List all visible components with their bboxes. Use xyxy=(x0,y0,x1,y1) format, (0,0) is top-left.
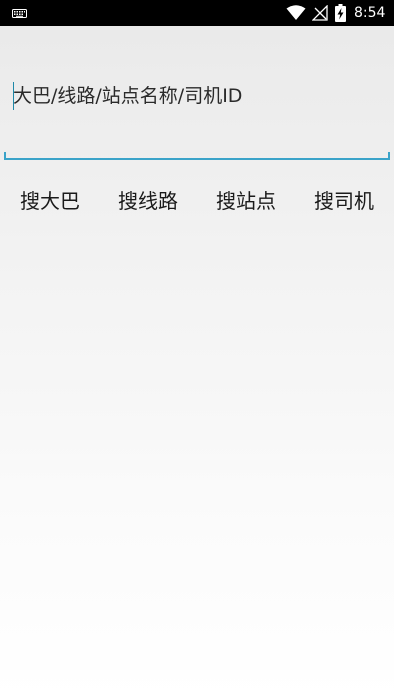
wifi-icon xyxy=(286,5,306,20)
search-placeholder: 大巴/线路/站点名称/司机ID xyxy=(13,85,243,107)
search-underline xyxy=(6,158,390,160)
search-underline-right-tick xyxy=(388,152,390,160)
keyboard-icon xyxy=(12,9,27,18)
search-input[interactable]: 大巴/线路/站点名称/司机ID xyxy=(4,78,390,162)
status-time: 8:54 xyxy=(354,5,386,21)
search-type-row: 搜大巴 搜线路 搜站点 搜司机 xyxy=(0,180,394,222)
signal-off-icon xyxy=(312,5,328,21)
search-driver-button[interactable]: 搜司机 xyxy=(296,180,392,222)
text-cursor xyxy=(13,82,14,110)
search-bus-button[interactable]: 搜大巴 xyxy=(2,180,98,222)
search-station-button[interactable]: 搜站点 xyxy=(198,180,294,222)
search-route-button[interactable]: 搜线路 xyxy=(100,180,196,222)
status-bar: 8:54 xyxy=(0,0,394,26)
battery-charging-icon xyxy=(335,4,346,22)
